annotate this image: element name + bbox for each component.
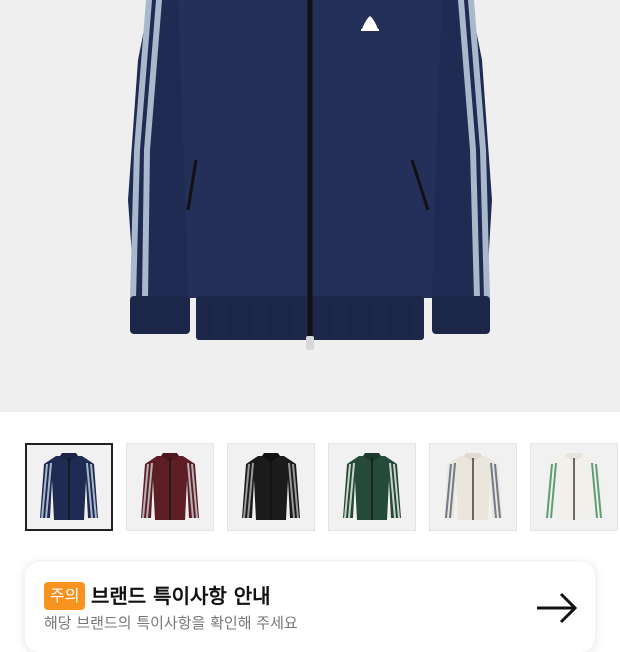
brand-notice-card[interactable]: 주의 브랜드 특이사항 안내 해당 브랜드의 특이사항을 확인해 주세요 <box>25 562 595 652</box>
arrow-right-icon[interactable] <box>535 590 579 626</box>
notice-subtitle: 해당 브랜드의 특이사항을 확인해 주세요 <box>44 614 298 632</box>
jacket-thumbnail-image <box>141 453 199 520</box>
jacket-thumbnail-image <box>40 453 98 520</box>
product-main-image <box>0 0 620 412</box>
jacket-image <box>128 0 492 350</box>
color-thumbnail-cream-gray[interactable] <box>429 443 517 531</box>
jacket-thumbnail-image <box>444 453 502 520</box>
color-thumbnail-cream-green[interactable] <box>530 443 618 531</box>
color-thumbnail-navy[interactable] <box>25 443 113 531</box>
color-thumbnail-burgundy[interactable] <box>126 443 214 531</box>
warning-badge: 주의 <box>44 582 86 610</box>
color-thumbnail-black[interactable] <box>227 443 315 531</box>
color-thumbnail-list <box>25 443 618 531</box>
jacket-thumbnail-image <box>242 453 300 520</box>
jacket-thumbnail-image <box>343 453 401 520</box>
color-thumbnail-green[interactable] <box>328 443 416 531</box>
jacket-thumbnail-image <box>545 453 603 520</box>
notice-title: 브랜드 특이사항 안내 <box>91 584 271 608</box>
